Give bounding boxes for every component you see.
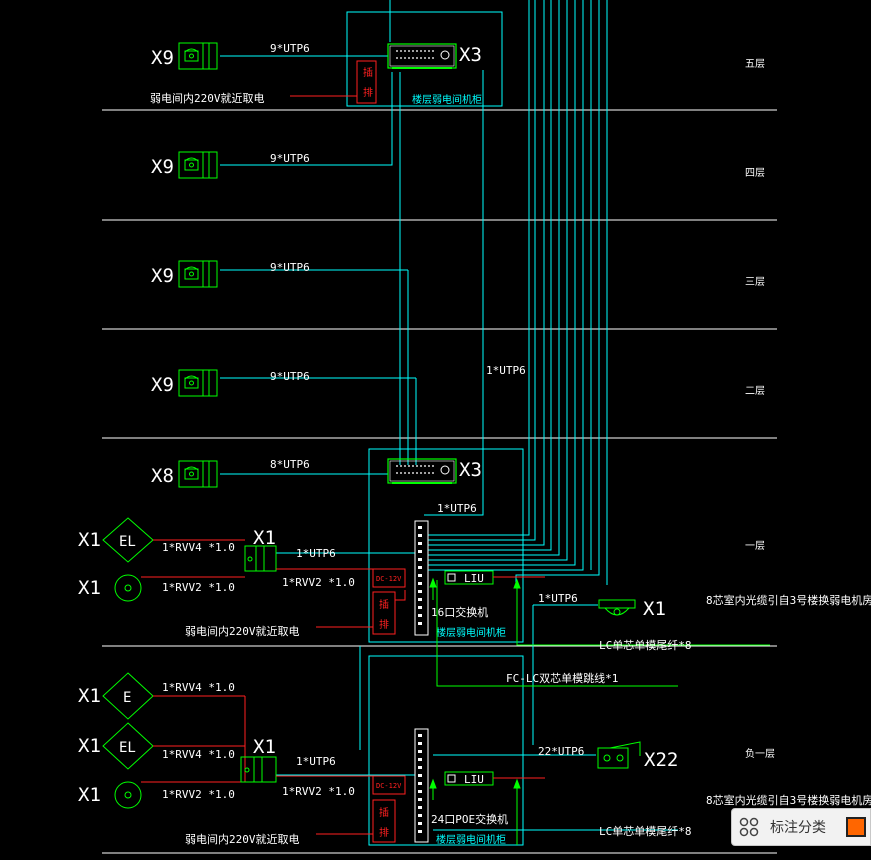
riser-diagram: X3 插 排 楼层弱电间机柜 弱电间内220V就近取电 X9 9*UTP6 X9…	[78, 0, 871, 854]
grid-icon[interactable]	[732, 808, 766, 846]
controller-cable-label: 1*RVV2 *1.0	[282, 576, 355, 589]
riser-trunk	[220, 0, 678, 831]
floor-2-outlet: X9 9*UTP6	[151, 369, 310, 397]
first-cabinet-label: 楼层弱电间机柜	[436, 626, 506, 639]
bell-count: X1	[78, 784, 101, 806]
lc-note-first: LC单芯单模尾纤*8	[599, 638, 692, 652]
liu-label: LIU	[464, 572, 484, 585]
fifth-power-note: 弱电间内220V就近取电	[150, 91, 265, 105]
fifth-switch-count: X3	[459, 44, 482, 66]
cable-label: 9*UTP6	[270, 42, 310, 55]
dc-label: DC-12V	[376, 782, 402, 790]
floor-label: 五层	[745, 58, 765, 70]
camera-cable-label: 22*UTP6	[538, 745, 584, 758]
first-access-control: EL X1 1*RVV4 *1.0 X1 1*RVV2 *1.0 X1 1*UT…	[78, 517, 373, 602]
power-strip-label: 排	[363, 86, 373, 99]
fiber-note-first: 8芯室内光缆引自3号楼换弱电机房	[706, 593, 871, 607]
outlet-count: X9	[151, 374, 174, 396]
annotation-toolbar[interactable]: 标注分类	[731, 808, 871, 846]
patch-panel-first	[414, 520, 429, 636]
toolbar-label[interactable]: 标注分类	[770, 817, 826, 837]
basement-power-note: 弱电间内220V就近取电	[185, 832, 300, 846]
controller-cable-label: 1*UTP6	[296, 547, 336, 560]
floor-label: 一层	[745, 540, 765, 552]
color-swatch[interactable]	[846, 817, 866, 837]
cable-label: 9*UTP6	[270, 261, 310, 274]
floor-label: 三层	[745, 276, 765, 288]
controller-cable-label: 1*RVV2 *1.0	[282, 785, 355, 798]
el-cable-label: 1*RVV4 *1.0	[162, 748, 235, 761]
camera-cable-label: 1*UTP6	[538, 592, 578, 605]
first-uplink-label: 1*UTP6	[437, 502, 477, 515]
phone-jack-icon	[178, 42, 218, 70]
lc-note-basement: LC单芯单模尾纤*8	[599, 824, 692, 838]
outlet-count: X9	[151, 156, 174, 178]
outlet-count: X8	[151, 465, 174, 487]
bell-count: X1	[78, 577, 101, 599]
power-strip-label: 排	[379, 618, 389, 631]
el-lock-icon: EL	[119, 534, 136, 550]
patch-panel-basement	[414, 728, 429, 843]
floor-label: 二层	[745, 385, 765, 397]
outlet-count: X9	[151, 47, 174, 69]
camera-count: X1	[643, 598, 666, 620]
el-count: X1	[78, 735, 101, 757]
e-cable-label: 1*RVV4 *1.0	[162, 681, 235, 694]
controller-count: X1	[253, 527, 276, 549]
power-strip-label: 排	[379, 826, 389, 839]
power-strip-label: 插	[379, 598, 389, 611]
e-count: X1	[78, 685, 101, 707]
riser-cable-label: 1*UTP6	[486, 364, 526, 377]
el-lock-icon: EL	[119, 740, 136, 756]
fiber-note-basement: 8芯室内光缆引自3号楼换弱电机房	[706, 793, 871, 807]
el-count: X1	[78, 529, 101, 551]
floor-label: 四层	[745, 167, 765, 179]
dc-label: DC-12V	[376, 575, 402, 583]
basement-switch-name: 24口POE交换机	[431, 812, 508, 826]
power-strip-label: 插	[379, 806, 389, 819]
floor-3-outlet: X9 9*UTP6	[151, 260, 310, 288]
phone-jack-icon	[178, 460, 218, 488]
outlet-count: X9	[151, 265, 174, 287]
first-switch-name: 16口交换机	[431, 605, 488, 619]
basement-access-control: E X1 1*RVV4 *1.0 EL X1 1*RVV4 *1.0 X1 1*…	[78, 672, 373, 809]
e-lock-icon: E	[123, 690, 131, 706]
controller-cable-label: 1*UTP6	[296, 755, 336, 768]
fc-note: FC-LC双芯单模跳线*1	[506, 671, 618, 685]
phone-jack-icon	[178, 369, 218, 397]
bell-cable-label: 1*RVV2 *1.0	[162, 788, 235, 801]
bell-cable-label: 1*RVV2 *1.0	[162, 581, 235, 594]
phone-jack-icon	[178, 151, 218, 179]
cable-label: 9*UTP6	[270, 152, 310, 165]
fifth-cabinet-label: 楼层弱电间机柜	[412, 93, 482, 106]
controller-count: X1	[253, 736, 276, 758]
liu-label: LIU	[464, 773, 484, 786]
phone-jack-icon	[178, 260, 218, 288]
switch-icon	[387, 43, 457, 69]
gun-camera-icon	[597, 741, 641, 769]
cable-label: 8*UTP6	[270, 458, 310, 471]
floor-label: 负一层	[745, 747, 775, 760]
cable-label: 9*UTP6	[270, 370, 310, 383]
power-strip-label: 插	[363, 66, 373, 79]
switch-icon	[387, 458, 457, 484]
first-power-note: 弱电间内220V就近取电	[185, 624, 300, 638]
el-cable-label: 1*RVV4 *1.0	[162, 541, 235, 554]
floor-1-outlet: X8 8*UTP6	[151, 458, 310, 488]
first-switch-count: X3	[459, 459, 482, 481]
basement-cabinet-label: 楼层弱电间机柜	[436, 833, 506, 846]
camera-count: X22	[644, 749, 678, 771]
dome-camera-icon	[598, 599, 636, 616]
